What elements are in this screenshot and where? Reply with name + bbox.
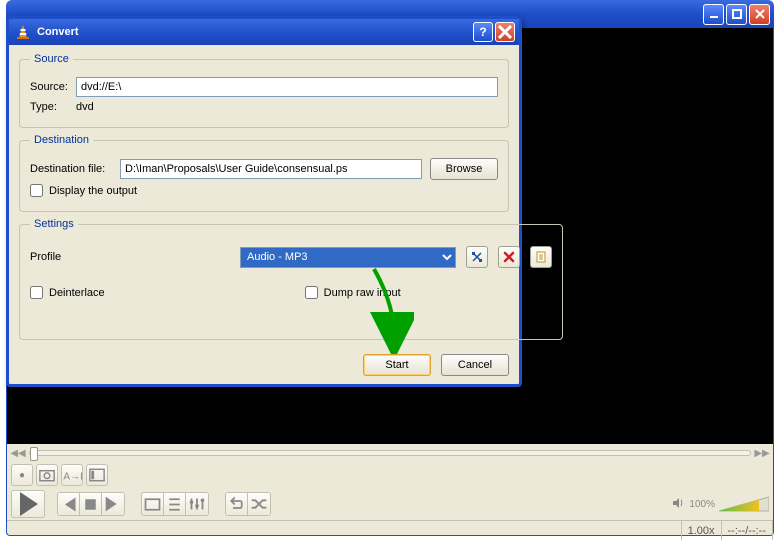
cancel-button[interactable]: Cancel (441, 354, 509, 376)
parent-close-button[interactable] (749, 4, 770, 25)
fullscreen-button[interactable] (142, 493, 164, 515)
dialog-titlebar[interactable]: Convert ? (9, 19, 519, 45)
volume-percent-label: 100% (689, 499, 715, 510)
loop-button[interactable] (226, 493, 248, 515)
start-button[interactable]: Start (363, 354, 431, 376)
seek-forward-icon[interactable]: ▶▶ (755, 446, 769, 460)
extended-settings-button[interactable] (186, 493, 208, 515)
speaker-icon[interactable] (671, 496, 685, 513)
source-legend: Source (30, 53, 73, 65)
play-button[interactable] (11, 490, 45, 518)
atob-loop-button[interactable]: A→B (61, 464, 83, 486)
next-button[interactable] (102, 493, 124, 515)
new-profile-button[interactable] (530, 246, 552, 268)
parent-minimize-button[interactable] (703, 4, 724, 25)
shuffle-button[interactable] (248, 493, 270, 515)
source-groupbox: Source Source: Type: dvd (19, 53, 509, 128)
profile-combobox[interactable]: Audio - MP3 (240, 247, 456, 268)
time-display: --:--/--:-- (722, 521, 773, 540)
dump-raw-checkbox[interactable] (305, 286, 318, 299)
type-label: Type: (30, 101, 68, 113)
dump-raw-label: Dump raw input (324, 287, 401, 299)
playback-speed-label[interactable]: 1.00x (682, 521, 722, 540)
deinterlace-checkbox[interactable] (30, 286, 43, 299)
playlist-button[interactable] (164, 493, 186, 515)
edit-profile-button[interactable] (466, 246, 488, 268)
settings-legend: Settings (30, 218, 78, 230)
vlc-cone-icon (15, 24, 31, 40)
display-output-label: Display the output (49, 185, 137, 197)
destination-groupbox: Destination Destination file: Browse Dis… (19, 134, 509, 212)
dialog-help-button[interactable]: ? (473, 22, 493, 42)
status-message (7, 521, 682, 540)
source-label: Source: (30, 81, 68, 93)
frame-step-button[interactable] (86, 464, 108, 486)
player-control-panel: ◀◀ ▶▶ ● A→B (6, 444, 774, 536)
delete-profile-button[interactable] (498, 246, 520, 268)
deinterlace-label: Deinterlace (49, 287, 105, 299)
parent-maximize-button[interactable] (726, 4, 747, 25)
source-input[interactable] (76, 77, 498, 97)
svg-text:A→B: A→B (63, 471, 82, 482)
display-output-checkbox[interactable] (30, 184, 43, 197)
volume-slider[interactable] (719, 495, 769, 513)
destination-file-label: Destination file: (30, 163, 112, 175)
stop-button[interactable] (80, 493, 102, 515)
dialog-title: Convert (37, 26, 79, 38)
type-value: dvd (76, 101, 94, 113)
browse-button[interactable]: Browse (430, 158, 498, 180)
seek-back-icon[interactable]: ◀◀ (11, 446, 25, 460)
dialog-close-button[interactable] (495, 22, 515, 42)
seek-slider[interactable] (29, 450, 751, 456)
snapshot-button[interactable] (36, 464, 58, 486)
record-button[interactable]: ● (11, 464, 33, 486)
destination-file-input[interactable] (120, 159, 422, 179)
settings-groupbox: Settings Profile Audio - MP3 (19, 218, 563, 340)
previous-button[interactable] (58, 493, 80, 515)
destination-legend: Destination (30, 134, 93, 146)
profile-label: Profile (30, 251, 230, 263)
convert-dialog: Convert ? Source Source: Type: dvd Desti… (6, 16, 522, 387)
seek-thumb[interactable] (30, 447, 38, 461)
